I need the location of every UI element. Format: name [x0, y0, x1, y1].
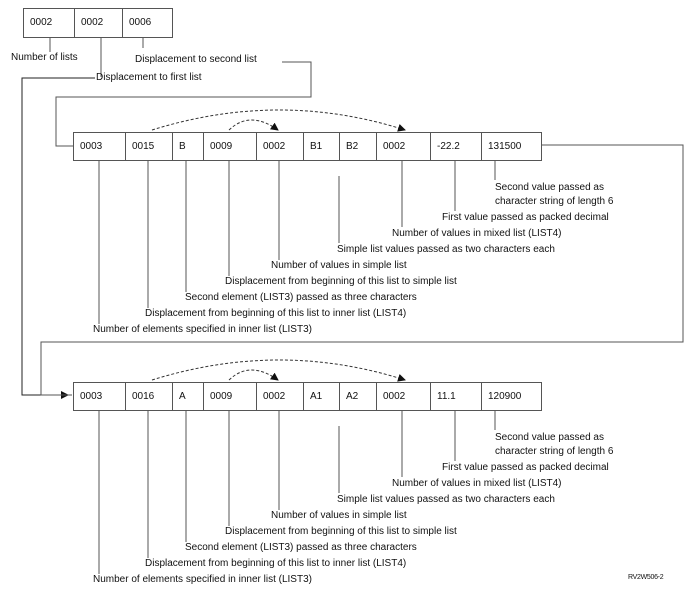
list1-cell: 0002 — [376, 132, 431, 161]
list1-cell: -22.2 — [430, 132, 482, 161]
header-cell: 0002 — [74, 8, 123, 38]
list2-annotation: Displacement from beginning of this list… — [225, 526, 457, 537]
list2-cell: 0003 — [73, 382, 126, 411]
label-displacement-first: Displacement to first list — [96, 72, 202, 83]
list2-annotation: Displacement from beginning of this list… — [145, 558, 407, 569]
list2-cell: 11.1 — [430, 382, 482, 411]
list2-cell: A — [172, 382, 204, 411]
list2-cell: 0009 — [203, 382, 257, 411]
list1-cell: 0003 — [73, 132, 126, 161]
list1-cell: B1 — [303, 132, 340, 161]
list2-annotation: First value passed as packed decimal — [442, 462, 609, 473]
list2-annotation: Number of elements specified in inner li… — [93, 574, 312, 585]
figure-id: RV2W506-2 — [628, 574, 664, 581]
list1-annotation: Number of values in mixed list (LIST4) — [392, 228, 562, 239]
list2-annotation: Simple list values passed as two charact… — [337, 494, 555, 505]
list2-cell: A2 — [339, 382, 377, 411]
pointer-arc-simple-list — [228, 119, 279, 131]
list1-cell: 131500 — [481, 132, 542, 161]
list1-annotation: Second value passed as — [495, 182, 604, 193]
list1-cell: B2 — [339, 132, 377, 161]
header-cell: 0006 — [122, 8, 173, 38]
pointer-arc-inner-list — [151, 109, 406, 132]
list1-annotation: Displacement from beginning of this list… — [225, 276, 457, 287]
list2-cell: 0002 — [376, 382, 431, 411]
list2-annotation: Second value passed as — [495, 432, 604, 443]
list1-annotation: character string of length 6 — [495, 196, 614, 207]
list1-annotation: First value passed as packed decimal — [442, 212, 609, 223]
list2-cell: 0002 — [256, 382, 304, 411]
pointer-arc-simple-list — [228, 369, 279, 381]
list1-annotation: Simple list values passed as two charact… — [337, 244, 555, 255]
path-to-first-list — [21, 77, 95, 399]
list1-cell: B — [172, 132, 204, 161]
list2-annotation: Number of values in simple list — [271, 510, 407, 521]
list2-cell: 0016 — [125, 382, 173, 411]
list2-annotation: Number of values in mixed list (LIST4) — [392, 478, 562, 489]
label-displacement-second: Displacement to second list — [135, 54, 257, 65]
list2-annotation: character string of length 6 — [495, 446, 614, 457]
list2-cell: A1 — [303, 382, 340, 411]
list1-annotation: Number of elements specified in inner li… — [93, 324, 312, 335]
header-cell: 0002 — [23, 8, 75, 38]
list2-annotation: Second element (LIST3) passed as three c… — [185, 542, 417, 553]
list1-cell: 0009 — [203, 132, 257, 161]
list1-cell: 0015 — [125, 132, 173, 161]
pointer-arc-inner-list — [151, 359, 406, 382]
list1-cell: 0002 — [256, 132, 304, 161]
list2-cell: 120900 — [481, 382, 542, 411]
list1-annotation: Displacement from beginning of this list… — [145, 308, 407, 319]
list1-annotation: Number of values in simple list — [271, 260, 407, 271]
list1-annotation: Second element (LIST3) passed as three c… — [185, 292, 417, 303]
label-number-of-lists: Number of lists — [11, 52, 78, 63]
